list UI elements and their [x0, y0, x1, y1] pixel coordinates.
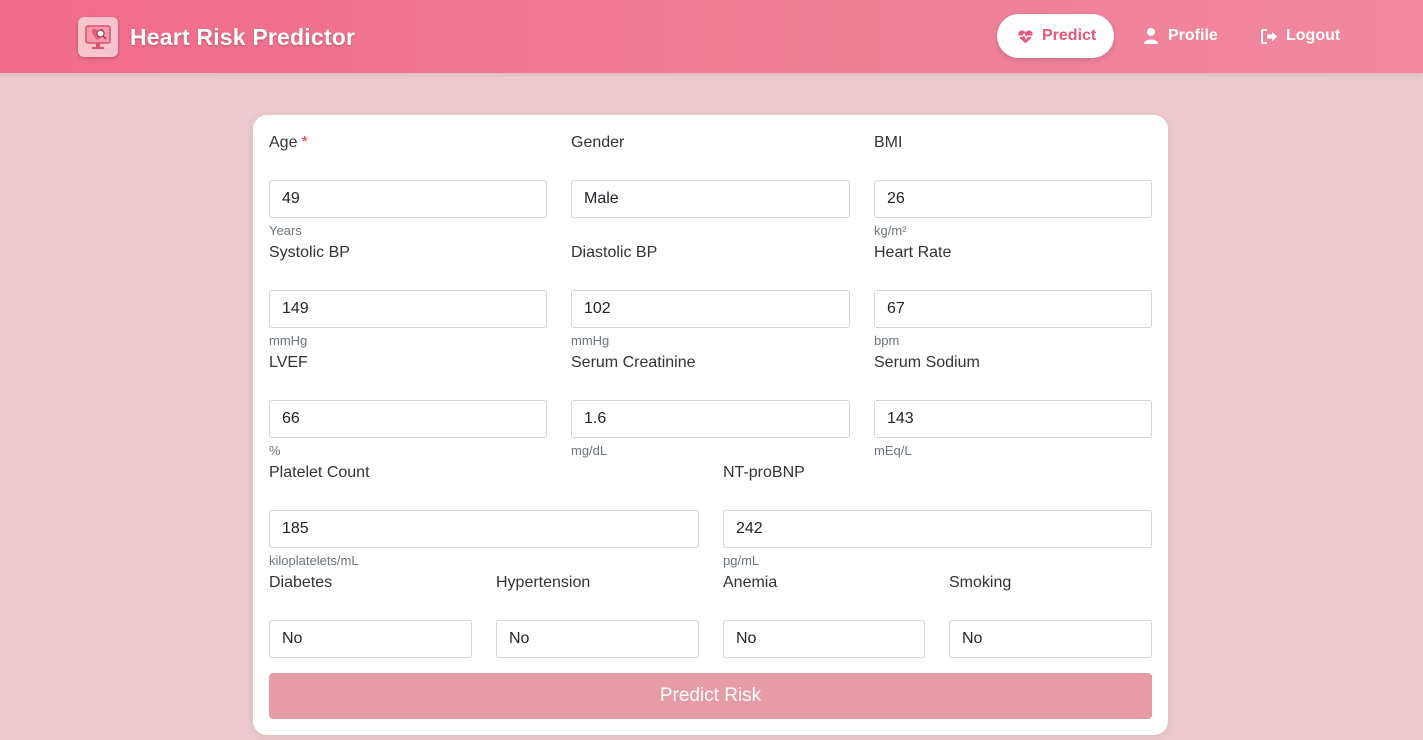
heart-rate-field: Heart Rate 67 bpm [874, 242, 1152, 352]
lvef-field: LVEF 66 % [269, 352, 547, 462]
heart-rate-unit: bpm [874, 333, 900, 348]
serum-creatinine-input[interactable]: 1.6 [571, 400, 850, 438]
nt-probnp-input[interactable]: 242 [723, 510, 1152, 548]
age-unit: Years [269, 223, 302, 238]
smoking-field: Smoking No [949, 572, 1152, 662]
anemia-label: Anemia [723, 574, 778, 591]
nav-predict[interactable]: Predict [997, 14, 1114, 58]
lvef-label: LVEF [269, 354, 308, 371]
hypertension-select[interactable]: No [496, 620, 699, 658]
platelet-count-unit: kiloplatelets/mL [269, 553, 359, 568]
brand[interactable]: Heart Risk Predictor [78, 17, 355, 57]
diastolic-bp-unit: mmHg [571, 333, 610, 348]
app-title: Heart Risk Predictor [130, 23, 356, 50]
age-label: Age [269, 134, 298, 151]
logout-icon [1260, 27, 1278, 45]
nt-probnp-label: NT-proBNP [723, 464, 805, 481]
nt-probnp-unit: pg/mL [723, 553, 760, 568]
diabetes-select[interactable]: No [269, 620, 472, 658]
top-navbar: Heart Risk Predictor Predict Profile Log… [0, 0, 1423, 73]
serum-sodium-field: Serum Sodium 143 mEq/L [874, 352, 1152, 462]
diastolic-bp-field: Diastolic BP 102 mmHg [571, 242, 850, 352]
serum-creatinine-unit: mg/dL [571, 443, 608, 458]
serum-sodium-unit: mEq/L [874, 443, 912, 458]
diabetes-label: Diabetes [269, 574, 333, 591]
nav-profile[interactable]: Profile [1142, 14, 1218, 58]
bmi-field: BMI 26 kg/m² [874, 132, 1152, 242]
hypertension-field: Hypertension No [496, 572, 699, 662]
heart-monitor-icon [78, 17, 118, 57]
heart-rate-label: Heart Rate [874, 244, 952, 261]
diabetes-field: Diabetes No [269, 572, 472, 662]
prediction-form-card: Age * 49 Years Gender Male BMI 26 kg/m² S… [253, 115, 1168, 735]
platelet-count-input[interactable]: 185 [269, 510, 699, 548]
nav-logout[interactable]: Logout [1260, 14, 1340, 58]
anemia-field: Anemia No [723, 572, 925, 662]
systolic-bp-input[interactable]: 149 [269, 290, 547, 328]
serum-creatinine-label: Serum Creatinine [571, 354, 696, 371]
age-field: Age * 49 Years [269, 132, 547, 242]
anemia-select[interactable]: No [723, 620, 925, 658]
serum-sodium-input[interactable]: 143 [874, 400, 1152, 438]
hypertension-label: Hypertension [496, 574, 591, 591]
heart-pulse-icon [1017, 27, 1034, 45]
gender-select[interactable]: Male [571, 180, 850, 218]
serum-sodium-label: Serum Sodium [874, 354, 980, 371]
lvef-input[interactable]: 66 [269, 400, 547, 438]
diastolic-bp-input[interactable]: 102 [571, 290, 850, 328]
systolic-bp-label: Systolic BP [269, 244, 350, 261]
platelet-count-label: Platelet Count [269, 464, 370, 481]
platelet-count-field: Platelet Count 185 kiloplatelets/mL [269, 462, 699, 572]
required-mark: * [301, 134, 308, 151]
gender-label: Gender [571, 134, 625, 151]
user-icon [1142, 27, 1160, 45]
nav-profile-label: Profile [1168, 27, 1218, 44]
predict-risk-button[interactable]: Predict Risk [269, 673, 1152, 719]
nav-predict-label: Predict [1042, 27, 1097, 44]
heart-rate-input[interactable]: 67 [874, 290, 1152, 328]
smoking-select[interactable]: No [949, 620, 1152, 658]
bmi-unit: kg/m² [874, 223, 907, 238]
age-input[interactable]: 49 [269, 180, 547, 218]
nt-probnp-field: NT-proBNP 242 pg/mL [723, 462, 1152, 572]
gender-field: Gender Male [571, 132, 850, 242]
serum-creatinine-field: Serum Creatinine 1.6 mg/dL [571, 352, 850, 462]
lvef-unit: % [269, 443, 281, 458]
systolic-bp-unit: mmHg [269, 333, 308, 348]
nav-logout-label: Logout [1286, 27, 1341, 44]
bmi-label: BMI [874, 134, 903, 151]
smoking-label: Smoking [949, 574, 1012, 591]
systolic-bp-field: Systolic BP 149 mmHg [269, 242, 547, 352]
bmi-input[interactable]: 26 [874, 180, 1152, 218]
diastolic-bp-label: Diastolic BP [571, 244, 658, 261]
